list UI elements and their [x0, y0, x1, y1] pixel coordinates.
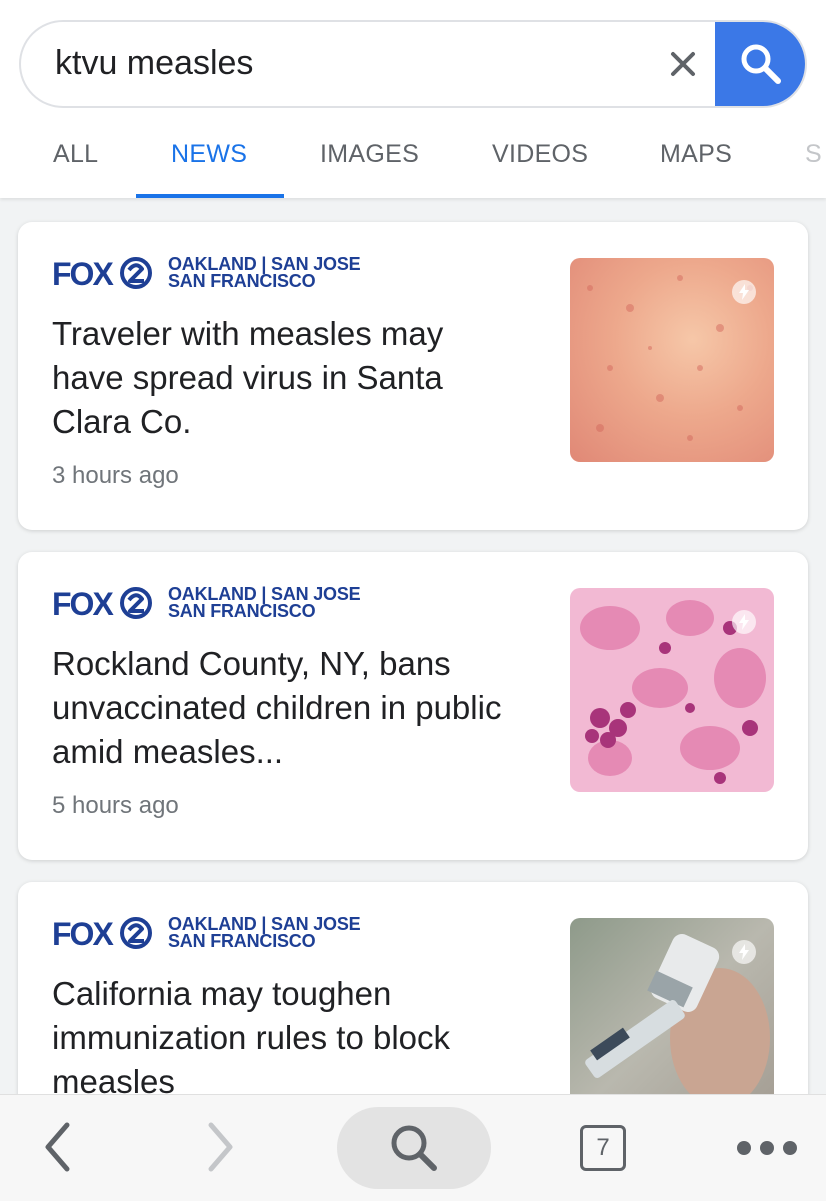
fox2-logo: FOX [52, 586, 152, 620]
amp-lightning-icon [732, 280, 756, 304]
news-card[interactable]: FOX OAKLAND | SAN JOSE SAN FRANCISCO Tra… [18, 222, 808, 530]
tab-shopping[interactable]: S [805, 140, 822, 169]
tab-all[interactable]: ALL [53, 140, 98, 169]
vaccine-syringe-image[interactable] [570, 918, 774, 1122]
headline-link[interactable]: California may toughen immunization rule… [52, 972, 522, 1104]
tab-images[interactable]: IMAGES [320, 140, 419, 169]
svg-text:FOX: FOX [52, 586, 114, 620]
forward-button[interactable] [192, 1119, 248, 1175]
amp-lightning-icon [732, 610, 756, 634]
cells-microscope-image[interactable] [570, 588, 774, 792]
svg-text:FOX: FOX [52, 256, 114, 290]
search-input[interactable]: ktvu measles [55, 44, 253, 83]
tab-news[interactable]: NEWS [171, 140, 247, 169]
fox2-logo: FOX [52, 256, 152, 290]
search-bar[interactable]: ktvu measles [19, 20, 807, 108]
active-tab-indicator [136, 194, 284, 198]
timestamp: 5 hours ago [52, 792, 179, 819]
browser-toolbar: 7 [0, 1094, 826, 1201]
chevron-left-icon [45, 1122, 70, 1172]
tab-videos[interactable]: VIDEOS [492, 140, 588, 169]
search-button[interactable] [715, 22, 805, 106]
more-menu-button[interactable] [734, 1125, 800, 1171]
tab-switcher-button[interactable]: 7 [580, 1125, 626, 1171]
svg-text:FOX: FOX [52, 916, 114, 950]
clear-search-button[interactable] [659, 40, 707, 88]
tab-maps[interactable]: MAPS [660, 140, 732, 169]
more-dots-icon [737, 1141, 797, 1155]
source-name: OAKLAND | SAN JOSE SAN FRANCISCO [168, 584, 361, 621]
search-tabs: ALL NEWS IMAGES VIDEOS MAPS S [0, 130, 826, 198]
amp-lightning-icon [732, 940, 756, 964]
headline-link[interactable]: Rockland County, NY, bans unvaccinated c… [52, 642, 522, 774]
timestamp: 3 hours ago [52, 462, 179, 489]
search-tab-button[interactable] [337, 1107, 491, 1189]
fox2-logo: FOX [52, 916, 152, 950]
news-card[interactable]: FOX OAKLAND | SAN JOSE SAN FRANCISCO Roc… [18, 552, 808, 860]
source-name: OAKLAND | SAN JOSE SAN FRANCISCO [168, 914, 361, 951]
search-icon [391, 1125, 437, 1171]
chevron-right-icon [208, 1122, 233, 1172]
close-icon [671, 52, 695, 76]
search-icon [741, 44, 781, 84]
source-name: OAKLAND | SAN JOSE SAN FRANCISCO [168, 254, 361, 291]
rash-skin-image[interactable] [570, 258, 774, 462]
back-button[interactable] [30, 1119, 86, 1175]
search-header: ktvu measles ALL NEWS IMAGES VIDEOS MAPS… [0, 0, 826, 198]
headline-link[interactable]: Traveler with measles may have spread vi… [52, 312, 522, 444]
